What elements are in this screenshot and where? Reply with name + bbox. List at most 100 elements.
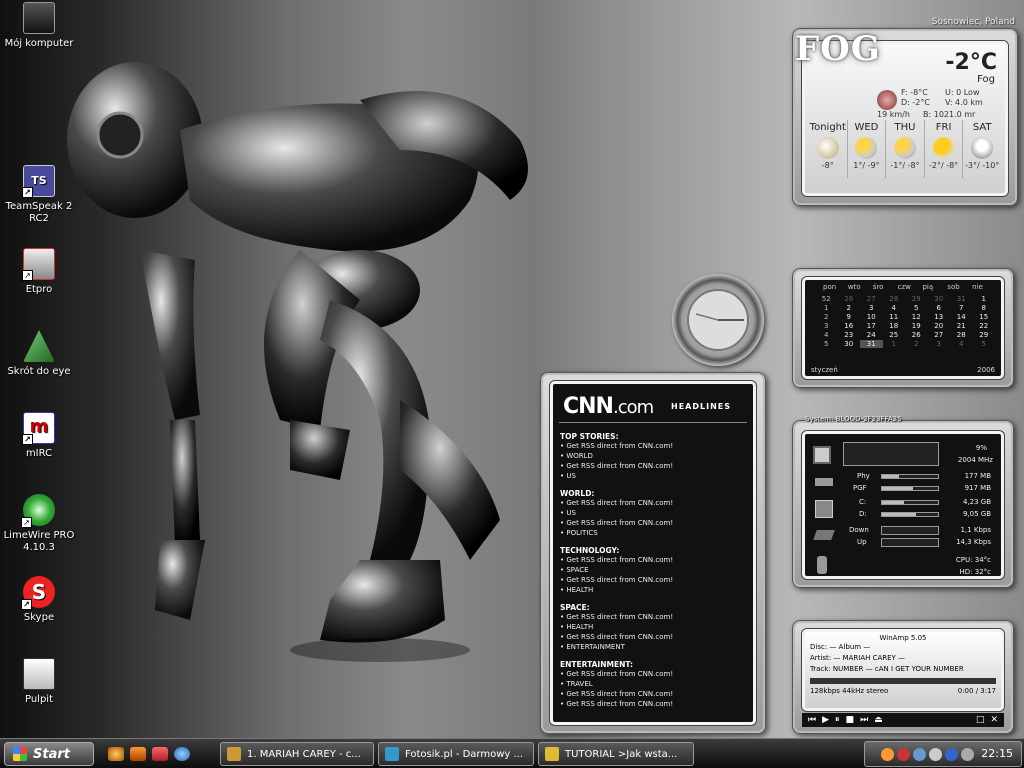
eject-icon[interactable]: ⏏ [874, 715, 883, 725]
cnn-headline-link[interactable]: • Get RSS direct from CNN.com! [560, 612, 749, 622]
calendar-day[interactable]: 24 [860, 331, 883, 339]
stop-icon[interactable]: ■ [846, 715, 855, 725]
next-icon[interactable]: ⏭ [860, 715, 868, 725]
calendar-day[interactable]: 27 [860, 295, 883, 303]
cnn-headline-link[interactable]: • Get RSS direct from CNN.com! [560, 632, 749, 642]
analog-clock[interactable] [672, 274, 764, 366]
tray-volume-icon[interactable] [961, 748, 974, 761]
play-icon[interactable]: ▶ [822, 715, 829, 725]
calendar-day[interactable]: 13 [928, 313, 951, 321]
calendar-day[interactable]: 9 [838, 313, 861, 321]
minimize-icon[interactable]: □ [976, 715, 985, 725]
calendar-day[interactable]: 31 [950, 295, 973, 303]
forecast-tonight[interactable]: Tonight -8° [809, 120, 847, 178]
task-winamp[interactable]: 1. MARIAH CAREY - c... [220, 742, 374, 766]
calendar-day[interactable]: 22 [973, 322, 996, 330]
quicklaunch-mail-icon[interactable] [152, 747, 168, 761]
cnn-headline-link[interactable]: • Get RSS direct from CNN.com! [560, 441, 749, 451]
tray-messenger-icon[interactable] [945, 748, 958, 761]
calendar-day[interactable]: 11 [883, 313, 906, 321]
calendar-day[interactable]: 31 [860, 340, 883, 348]
calendar-day[interactable]: 30 [928, 295, 951, 303]
calendar-day[interactable]: 10 [860, 313, 883, 321]
calendar-day[interactable]: 25 [883, 331, 906, 339]
calendar-day[interactable]: 30 [838, 340, 861, 348]
calendar-day[interactable]: 4 [950, 340, 973, 348]
cnn-headline-link[interactable]: • Get RSS direct from CNN.com! [560, 518, 749, 528]
forecast-wed[interactable]: WED 1°/ -9° [846, 120, 886, 178]
cnn-headline-link[interactable]: • SPACE [560, 565, 749, 575]
calendar-day[interactable]: 1 [883, 340, 906, 348]
cnn-headline-link[interactable]: • US [560, 508, 749, 518]
calendar-day[interactable]: 26 [838, 295, 861, 303]
calendar-day[interactable]: 1 [973, 295, 996, 303]
calendar-day[interactable]: 5 [973, 340, 996, 348]
calendar-day[interactable]: 15 [973, 313, 996, 321]
task-browser[interactable]: Fotosik.pl - Darmowy ... [378, 742, 534, 766]
cnn-headline-link[interactable]: • HEALTH [560, 585, 749, 595]
desktop-icon-eye[interactable]: Skrót do eye [0, 330, 81, 378]
calendar-day[interactable]: 16 [838, 322, 861, 330]
calendar-day[interactable]: 2 [838, 304, 861, 312]
tray-sun-icon[interactable] [881, 748, 894, 761]
tray-monitor-icon[interactable] [929, 748, 942, 761]
cnn-headline-link[interactable]: • Get RSS direct from CNN.com! [560, 498, 749, 508]
forecast-thu[interactable]: THU -1°/ -8° [885, 120, 924, 178]
tray-network-icon[interactable] [913, 748, 926, 761]
calendar-day[interactable]: 28 [883, 295, 906, 303]
cnn-headline-link[interactable]: • POLITICS [560, 528, 749, 538]
system-monitor-widget[interactable]: System: BLOOD-2F23FFA25 9% 2004 MHz Phy … [792, 415, 1014, 588]
desktop-icon-teamspeak[interactable]: TS ↗ TeamSpeak 2 RC2 [0, 165, 81, 225]
tray-clock[interactable]: 22:15 [981, 747, 1013, 760]
calendar-day[interactable]: 17 [860, 322, 883, 330]
prev-icon[interactable]: ⏮ [808, 715, 816, 725]
desktop-icon-my-computer[interactable]: Mój komputer [0, 2, 81, 50]
cnn-headline-link[interactable]: • Get RSS direct from CNN.com! [560, 575, 749, 585]
calendar-day[interactable]: 4 [883, 304, 906, 312]
cnn-headline-link[interactable]: • Get RSS direct from CNN.com! [560, 669, 749, 679]
calendar-day[interactable]: 8 [973, 304, 996, 312]
calendar-day[interactable]: 18 [883, 322, 906, 330]
calendar-day[interactable]: 3 [928, 340, 951, 348]
calendar-day[interactable]: 2 [905, 340, 928, 348]
desktop-icon-etpro[interactable]: ↗ Etpro [0, 248, 81, 296]
calendar-day[interactable]: 26 [905, 331, 928, 339]
cnn-headline-link[interactable]: • WORLD [560, 451, 749, 461]
forecast-sat[interactable]: SAT -3°/ -10° [962, 120, 1001, 178]
cnn-headline-link[interactable]: • HEALTH [560, 622, 749, 632]
weather-widget[interactable]: Sosnowiec, Poland -2°C Fog F: -8°C D: -2… [792, 17, 1018, 206]
cnn-headline-link[interactable]: • US [560, 471, 749, 481]
calendar-day[interactable]: 29 [973, 331, 996, 339]
quicklaunch-winamp-icon[interactable] [108, 747, 124, 761]
calendar-day[interactable]: 5 [905, 304, 928, 312]
calendar-day[interactable]: 7 [950, 304, 973, 312]
cnn-headlines-widget[interactable]: CNN.com HEADLINES TOP STORIES: • Get RSS … [540, 372, 766, 734]
quicklaunch-ie-icon[interactable] [174, 747, 190, 761]
desktop-icon-pulpit[interactable]: Pulpit [0, 658, 81, 706]
cnn-headline-link[interactable]: • Get RSS direct from CNN.com! [560, 461, 749, 471]
cnn-headline-link[interactable]: • Get RSS direct from CNN.com! [560, 699, 749, 709]
quicklaunch-app-icon[interactable] [130, 747, 146, 761]
close-icon[interactable]: ✕ [990, 715, 998, 725]
calendar-widget[interactable]: pon wto śro czw pią sob nie 52 26 27 28 29 30… [792, 268, 1014, 388]
cnn-headline-link[interactable]: • TRAVEL [560, 679, 749, 689]
calendar-day[interactable]: 12 [905, 313, 928, 321]
calendar-day[interactable]: 20 [928, 322, 951, 330]
winamp-progress-bar[interactable] [810, 678, 996, 684]
calendar-day[interactable]: 14 [950, 313, 973, 321]
calendar-day[interactable]: 27 [928, 331, 951, 339]
calendar-day[interactable]: 28 [950, 331, 973, 339]
forecast-fri[interactable]: FRI -2°/ -8° [923, 120, 963, 178]
task-folder[interactable]: TUTORIAL >Jak wsta... [538, 742, 694, 766]
start-button[interactable]: Start [4, 742, 94, 766]
calendar-day[interactable]: 19 [905, 322, 928, 330]
desktop-icon-skype[interactable]: S ↗ Skype [0, 576, 81, 624]
pause-icon[interactable]: ⏸ [835, 715, 840, 725]
winamp-widget[interactable]: WinAmp 5.05 Disc: — Album — Artist: — MA… [792, 620, 1014, 734]
calendar-day[interactable]: 6 [928, 304, 951, 312]
calendar-day[interactable]: 29 [905, 295, 928, 303]
desktop-icon-limewire[interactable]: ↗ LimeWire PRO 4.10.3 [0, 494, 81, 554]
tray-app-icon[interactable] [897, 748, 910, 761]
cnn-headline-link[interactable]: • Get RSS direct from CNN.com! [560, 689, 749, 699]
calendar-day[interactable]: 21 [950, 322, 973, 330]
